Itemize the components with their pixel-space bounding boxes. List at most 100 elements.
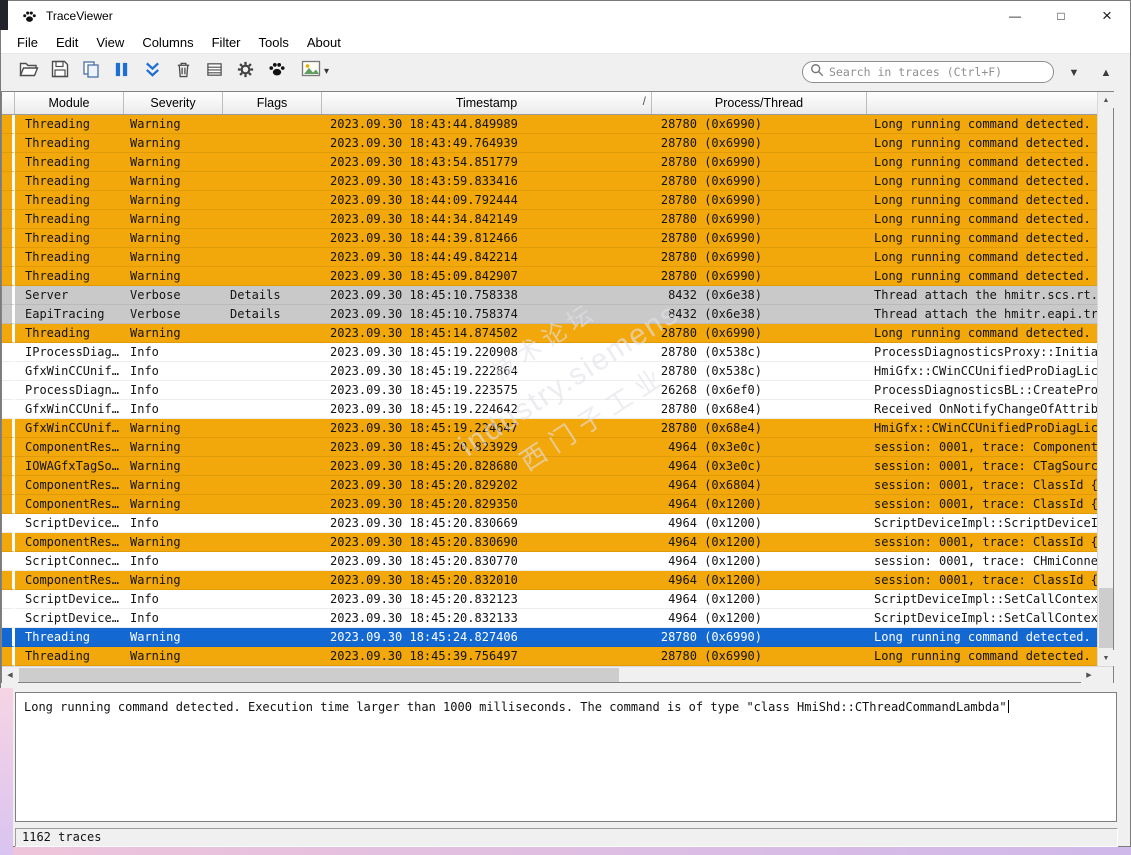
table-row[interactable]: Threading Warning 2023.09.30 18:44:39.8124… xyxy=(2,229,1097,248)
column-header-severity[interactable]: Severity xyxy=(124,92,223,114)
column-header-flags[interactable]: Flags xyxy=(223,92,322,114)
cell-module: ComponentRes… xyxy=(15,533,124,552)
table-row[interactable]: ScriptDevice… Info 2023.09.30 18:45:20.832… xyxy=(2,590,1097,609)
table-row[interactable]: Server Verbose Details 2023.09.30 18:45:10.… xyxy=(2,286,1097,305)
settings-button[interactable] xyxy=(230,58,261,86)
table-row[interactable]: ComponentRes… Warning 2023.09.30 18:45:20.… xyxy=(2,571,1097,590)
table-grid: Module Severity Flags Timestamp / Process/Thr… xyxy=(2,92,1097,666)
table-row[interactable]: Threading Warning 2023.09.30 18:43:49.7649… xyxy=(2,134,1097,153)
trace-detail-panel[interactable]: Long running command detected. Execution… xyxy=(15,692,1117,822)
menu-item-columns[interactable]: Columns xyxy=(133,33,202,52)
table-row[interactable]: GfxWinCCUnif… Info 2023.09.30 18:45:19.222… xyxy=(2,362,1097,381)
column-header-process[interactable]: Process/Thread xyxy=(652,92,867,114)
cell-flags xyxy=(223,419,322,438)
cell-timestamp: 2023.09.30 18:43:44.849989 xyxy=(322,115,652,134)
cell-indicator xyxy=(2,533,15,552)
cell-flags xyxy=(223,590,322,609)
cell-indicator xyxy=(2,343,15,362)
menu-item-file[interactable]: File xyxy=(8,33,47,52)
cell-module: EapiTracing xyxy=(15,305,124,324)
table-row[interactable]: Threading Warning 2023.09.30 18:43:44.8499… xyxy=(2,115,1097,134)
table-row[interactable]: ComponentRes… Warning 2023.09.30 18:45:20.… xyxy=(2,495,1097,514)
table-row[interactable]: IProcessDiag… Info 2023.09.30 18:45:19.220… xyxy=(2,343,1097,362)
table-row[interactable]: Threading Warning 2023.09.30 18:44:09.7924… xyxy=(2,191,1097,210)
table-row[interactable]: Threading Warning 2023.09.30 18:45:39.7564… xyxy=(2,647,1097,666)
save-button[interactable] xyxy=(44,58,75,86)
dropdown-caret-icon[interactable]: ▾ xyxy=(324,66,329,77)
close-button[interactable]: × xyxy=(1084,1,1130,31)
table-row[interactable]: Threading Warning 2023.09.30 18:44:49.8422… xyxy=(2,248,1097,267)
cell-flags xyxy=(223,552,322,571)
scroll-up-arrow-icon[interactable]: ▲ xyxy=(1098,92,1114,108)
scroll-down-arrow-icon[interactable]: ▼ xyxy=(1098,650,1114,666)
table-row[interactable]: ProcessDiagn… Info 2023.09.30 18:45:19.223… xyxy=(2,381,1097,400)
column-header-module[interactable]: Module xyxy=(15,92,124,114)
cell-flags xyxy=(223,115,322,134)
column-header-indicator[interactable] xyxy=(2,92,15,114)
find-next-button[interactable]: ▼ xyxy=(1062,62,1086,84)
menu-item-tools[interactable]: Tools xyxy=(250,33,298,52)
copy-button[interactable] xyxy=(75,58,106,86)
cell-message: session: 0001, trace: ClassId {2 xyxy=(867,476,1097,495)
pause-button[interactable] xyxy=(106,58,137,86)
menu-item-view[interactable]: View xyxy=(87,33,133,52)
search-input[interactable] xyxy=(824,65,1046,79)
column-header-timestamp[interactable]: Timestamp / xyxy=(322,92,652,114)
column-header-message[interactable] xyxy=(867,92,1097,114)
table-row[interactable]: Threading Warning 2023.09.30 18:45:14.8745… xyxy=(2,324,1097,343)
table-row[interactable]: Threading Warning 2023.09.30 18:43:54.8517… xyxy=(2,153,1097,172)
horizontal-scroll-thumb[interactable] xyxy=(19,668,619,682)
cell-severity: Warning xyxy=(124,115,223,134)
table-row[interactable]: ComponentRes… Warning 2023.09.30 18:45:20.… xyxy=(2,533,1097,552)
table-row[interactable]: ComponentRes… Warning 2023.09.30 18:45:20.… xyxy=(2,438,1097,457)
table-row[interactable]: IOWAGfxTagSo… Warning 2023.09.30 18:45:20.… xyxy=(2,457,1097,476)
cell-message: Received OnNotifyChangeOfAttribu xyxy=(867,400,1097,419)
cell-indicator xyxy=(2,248,15,267)
table-row[interactable]: ScriptDevice… Info 2023.09.30 18:45:20.830… xyxy=(2,514,1097,533)
cell-severity: Warning xyxy=(124,457,223,476)
columns-view-button[interactable] xyxy=(199,58,230,86)
cell-module: ScriptConnec… xyxy=(15,552,124,571)
clear-button[interactable] xyxy=(168,58,199,86)
table-row[interactable]: Threading Warning 2023.09.30 18:43:59.8334… xyxy=(2,172,1097,191)
menu-item-edit[interactable]: Edit xyxy=(47,33,87,52)
cell-module: Threading xyxy=(15,134,124,153)
open-button[interactable] xyxy=(13,58,44,86)
cell-module: ComponentRes… xyxy=(15,495,124,514)
find-previous-button[interactable]: ▲ xyxy=(1094,62,1118,84)
horizontal-scrollbar[interactable]: ◀ ▶ xyxy=(2,666,1113,683)
table-row[interactable]: ScriptDevice… Info 2023.09.30 18:45:20.832… xyxy=(2,609,1097,628)
sort-indicator-icon: / xyxy=(642,94,646,108)
table-row[interactable]: ScriptConnec… Info 2023.09.30 18:45:20.830… xyxy=(2,552,1097,571)
cell-process: 4964 (0x1200) xyxy=(652,571,867,590)
vertical-scrollbar[interactable]: ▲ ▼ xyxy=(1097,92,1114,666)
table-row[interactable]: ComponentRes… Warning 2023.09.30 18:45:20.… xyxy=(2,476,1097,495)
cell-message: Long running command detected. E xyxy=(867,191,1097,210)
table-row[interactable]: EapiTracing Verbose Details 2023.09.30 18:4… xyxy=(2,305,1097,324)
table-row[interactable]: GfxWinCCUnif… Info 2023.09.30 18:45:19.224… xyxy=(2,400,1097,419)
cell-timestamp: 2023.09.30 18:45:19.224647 xyxy=(322,419,652,438)
table-row[interactable]: Threading Warning 2023.09.30 18:45:09.8429… xyxy=(2,267,1097,286)
cell-severity: Info xyxy=(124,381,223,400)
status-bar: 1162 traces xyxy=(15,828,1118,847)
table-row[interactable]: Threading Warning 2023.09.30 18:44:34.8421… xyxy=(2,210,1097,229)
table-row[interactable]: Threading Warning 2023.09.30 18:45:24.8274… xyxy=(2,628,1097,647)
table-body: Threading Warning 2023.09.30 18:43:44.8499… xyxy=(2,115,1097,666)
cell-timestamp: 2023.09.30 18:45:19.222864 xyxy=(322,362,652,381)
cell-flags xyxy=(223,514,322,533)
menu-item-filter[interactable]: Filter xyxy=(203,33,250,52)
cell-message: session: 0001, trace: ClassId {3 xyxy=(867,533,1097,552)
trace-detail-text: Long running command detected. Execution… xyxy=(24,700,1007,714)
minimize-button[interactable]: — xyxy=(992,1,1038,31)
table-row[interactable]: GfxWinCCUnif… Warning 2023.09.30 18:45:19.… xyxy=(2,419,1097,438)
scroll-left-arrow-icon[interactable]: ◀ xyxy=(2,667,18,683)
paw-tool-button[interactable] xyxy=(261,58,292,86)
vertical-scroll-thumb[interactable] xyxy=(1099,588,1113,648)
menu-item-about[interactable]: About xyxy=(298,33,350,52)
screenshot-button[interactable]: ▾ xyxy=(292,58,338,86)
cell-message: ScriptDeviceImpl::SetCallContext xyxy=(867,609,1097,628)
maximize-button[interactable]: □ xyxy=(1038,1,1084,31)
cell-indicator xyxy=(2,590,15,609)
jump-to-latest-button[interactable] xyxy=(137,58,168,86)
scroll-right-arrow-icon[interactable]: ▶ xyxy=(1081,667,1097,683)
